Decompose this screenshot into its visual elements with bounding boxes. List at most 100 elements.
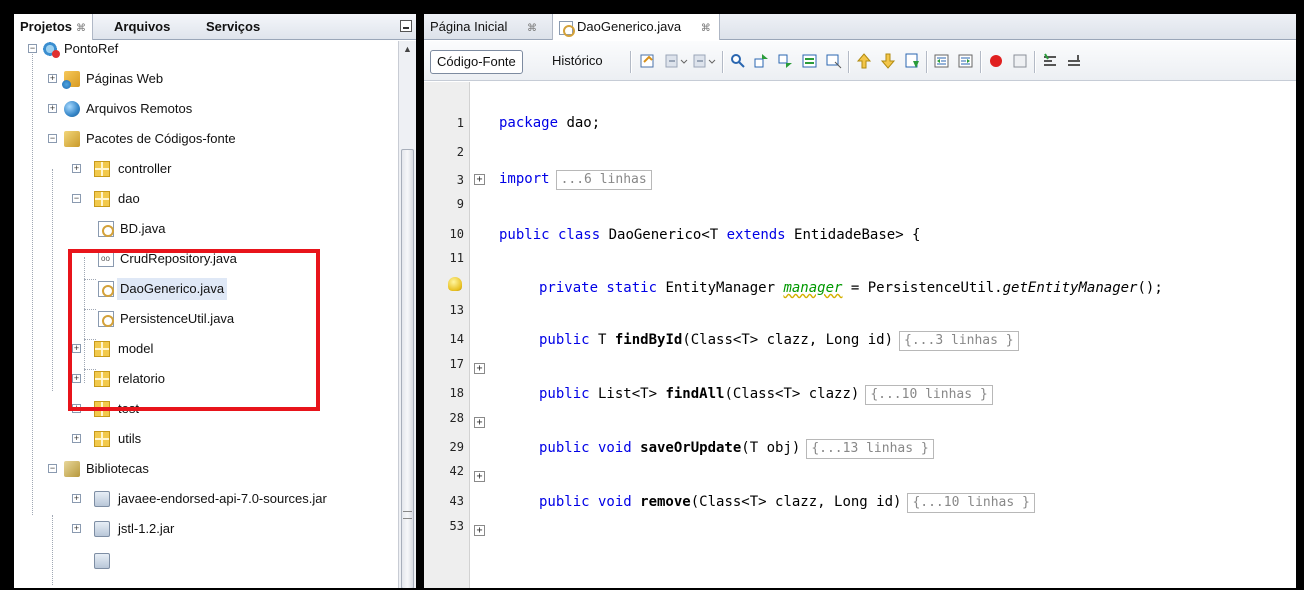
record-macro-icon[interactable] xyxy=(988,53,1004,69)
minimize-icon[interactable] xyxy=(400,20,412,32)
hint-bulb-icon[interactable] xyxy=(448,277,462,291)
close-icon[interactable]: ⌘ xyxy=(76,23,86,34)
expand-fold-icon[interactable]: + xyxy=(474,363,485,374)
last-edit-icon[interactable] xyxy=(640,53,656,69)
forward-icon[interactable] xyxy=(692,53,708,69)
code-text: (Class<T> clazz, Long id) xyxy=(690,494,902,510)
find-previous-icon[interactable] xyxy=(754,53,770,69)
tree-label: jstl-1.2.jar xyxy=(118,521,175,536)
line-number: 10 xyxy=(449,227,464,241)
tab-daogenerico[interactable]: DaoGenerico.java ⌘ xyxy=(552,14,720,40)
expand-icon[interactable]: + xyxy=(72,164,81,173)
java-class-icon xyxy=(559,20,575,37)
keyword: private static xyxy=(539,280,658,296)
collapse-icon[interactable]: − xyxy=(72,194,81,203)
type-name: EntityManager xyxy=(657,280,784,296)
type-name: List<T> xyxy=(589,386,666,402)
expand-icon[interactable]: + xyxy=(72,494,81,503)
chevron-down-icon[interactable] xyxy=(680,53,688,69)
method-name: findAll xyxy=(665,386,725,402)
scroll-thumb[interactable] xyxy=(401,149,414,588)
line-number-gutter: 1 2 3 9 10 11 13 14 17 18 28 29 42 43 53 xyxy=(424,82,470,588)
expand-icon[interactable]: + xyxy=(48,74,57,83)
collapse-icon[interactable]: − xyxy=(28,44,37,53)
line-number: 9 xyxy=(456,197,464,211)
stop-macro-icon[interactable] xyxy=(1012,53,1028,69)
projects-tab-bar: Projetos ⌘ Arquivos Serviços xyxy=(14,14,416,40)
previous-bookmark-icon[interactable] xyxy=(856,53,872,69)
editor-panel: Página Inicial ⌘ DaoGenerico.java ⌘ Códi… xyxy=(424,14,1296,588)
back-icon[interactable] xyxy=(664,53,680,69)
tree-label: PontoRef xyxy=(64,41,119,56)
toggle-bookmark-icon[interactable] xyxy=(904,53,920,69)
tree-label: dao xyxy=(118,191,140,206)
code-text: EntidadeBase> { xyxy=(785,227,921,243)
chevron-down-icon[interactable] xyxy=(708,53,716,69)
folded-method-body[interactable]: {...3 linhas } xyxy=(899,331,1019,351)
highlight-box xyxy=(68,249,320,411)
toggle-rect-select-icon[interactable] xyxy=(826,53,842,69)
keyword: import xyxy=(499,171,550,187)
tab-label: Página Inicial xyxy=(430,19,508,34)
folded-method-body[interactable]: {...10 linhas } xyxy=(865,385,993,405)
line-number: 13 xyxy=(449,303,464,317)
field-name: manager xyxy=(783,280,843,296)
find-icon[interactable] xyxy=(730,53,746,69)
code-line-saveorupdate: public void saveOrUpdate(T obj) {...13 li… xyxy=(539,439,934,459)
project-tree: − PontoRef + Páginas Web + Arquivos Remo… xyxy=(14,41,398,588)
projects-panel: Projetos ⌘ Arquivos Serviços − PontoRef +… xyxy=(14,14,416,588)
class-name: DaoGenerico xyxy=(600,227,702,243)
editor-tab-bar: Página Inicial ⌘ DaoGenerico.java ⌘ xyxy=(424,14,1296,40)
editor-toolbar: Código-Fonte Histórico xyxy=(424,41,1296,81)
line-number: 43 xyxy=(449,494,464,508)
expand-fold-icon[interactable]: + xyxy=(474,417,485,428)
comment-icon[interactable] xyxy=(1042,53,1058,69)
keyword: extends xyxy=(726,227,786,243)
scroll-up-icon[interactable]: ▲ xyxy=(399,41,416,57)
globe-icon xyxy=(64,101,80,117)
line-number: 29 xyxy=(449,440,464,454)
expand-fold-icon[interactable]: + xyxy=(474,174,485,185)
tab-pagina-inicial[interactable]: Página Inicial ⌘ xyxy=(430,14,537,40)
code-text: (Class<T> clazz, Long id) xyxy=(682,332,894,348)
shift-left-icon[interactable] xyxy=(934,53,950,69)
history-view-button[interactable]: Histórico xyxy=(546,50,609,74)
web-pages-icon xyxy=(62,71,80,89)
code-text: (Class<T> clazz) xyxy=(724,386,860,402)
expand-fold-icon[interactable]: + xyxy=(474,525,485,536)
folded-imports[interactable]: ...6 linhas xyxy=(555,170,652,190)
code-editor[interactable]: package dao; import ...6 linhas public cl… xyxy=(492,82,1296,588)
folded-method-body[interactable]: {...13 linhas } xyxy=(806,439,934,459)
line-number: 53 xyxy=(449,519,464,533)
scroll-grip xyxy=(403,511,412,519)
java-class-icon xyxy=(98,221,114,237)
source-view-button[interactable]: Código-Fonte xyxy=(430,50,523,74)
uncomment-icon[interactable] xyxy=(1066,53,1082,69)
method-call: getEntityManager xyxy=(1002,280,1138,296)
keyword: public xyxy=(539,332,590,348)
libraries-icon xyxy=(64,461,80,477)
code-text: = PersistenceUtil. xyxy=(842,280,1003,296)
close-icon[interactable]: ⌘ xyxy=(527,23,537,34)
expand-icon[interactable]: + xyxy=(72,434,81,443)
close-icon[interactable]: ⌘ xyxy=(701,23,711,34)
tab-arquivos[interactable]: Arquivos xyxy=(114,14,170,40)
find-next-icon[interactable] xyxy=(778,53,794,69)
collapse-icon[interactable]: − xyxy=(48,134,57,143)
code-line-import: import ...6 linhas xyxy=(499,170,652,190)
toggle-highlight-icon[interactable] xyxy=(802,53,818,69)
shift-right-icon[interactable] xyxy=(958,53,974,69)
tree-scrollbar[interactable]: ▲ xyxy=(398,41,416,588)
tab-projetos[interactable]: Projetos ⌘ xyxy=(14,14,94,40)
collapse-icon[interactable]: − xyxy=(48,464,57,473)
expand-icon[interactable]: + xyxy=(72,524,81,533)
code-line-class: public class DaoGenerico<T extends Entid… xyxy=(499,227,920,243)
tree-label: utils xyxy=(118,431,142,446)
line-number: 18 xyxy=(449,386,464,400)
expand-fold-icon[interactable]: + xyxy=(474,471,485,482)
next-bookmark-icon[interactable] xyxy=(880,53,896,69)
code-text: <T xyxy=(701,227,727,243)
tab-servicos[interactable]: Serviços xyxy=(206,14,260,40)
expand-icon[interactable]: + xyxy=(48,104,57,113)
folded-method-body[interactable]: {...10 linhas } xyxy=(907,493,1035,513)
